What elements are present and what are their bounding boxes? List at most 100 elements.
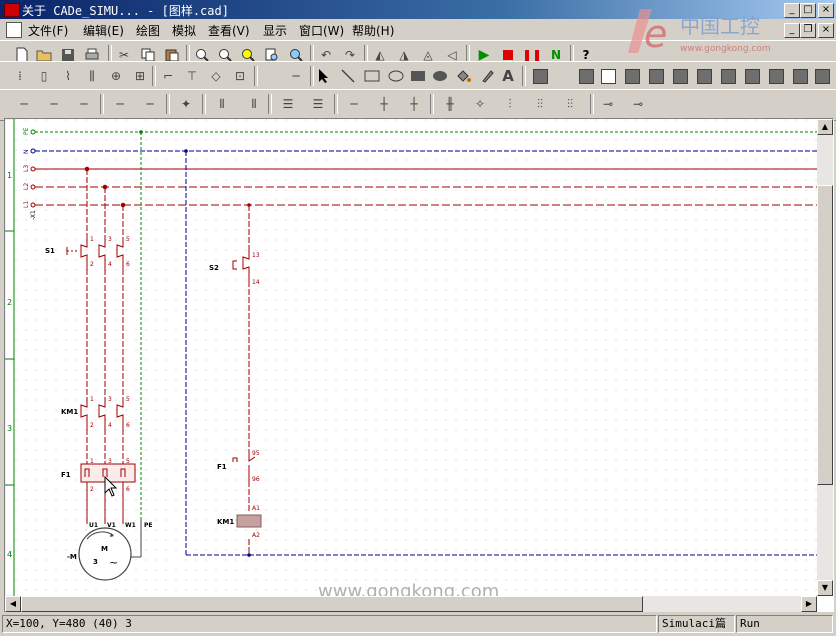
menu-display[interactable]: 显示 xyxy=(263,22,287,39)
menu-simulate[interactable]: 模拟 xyxy=(172,22,196,39)
motor-protection-icon[interactable]: ⊕ xyxy=(106,66,126,86)
terminal-strip-2-icon[interactable]: ⫶⫶ xyxy=(530,94,550,114)
menu-view[interactable]: 查看(V) xyxy=(208,22,250,39)
connector-3-icon[interactable]: ┼ xyxy=(404,94,424,114)
km1-pin-5: 5 xyxy=(126,396,130,403)
wire-h1-icon[interactable]: ─ xyxy=(14,94,34,114)
menu-file[interactable]: 文件(F) xyxy=(28,22,68,39)
switch-icon[interactable]: ⌇ xyxy=(58,66,78,86)
menu-help[interactable]: 帮助(H) xyxy=(352,22,394,39)
bus-label-l3: L3 xyxy=(23,165,30,172)
style-swatch-9-icon[interactable] xyxy=(766,66,786,86)
style-swatch-3-icon[interactable] xyxy=(622,66,642,86)
document-icon[interactable] xyxy=(6,22,22,38)
s1-label: S1 xyxy=(45,247,55,255)
style-swatch-8-icon[interactable] xyxy=(742,66,762,86)
app-icon[interactable] xyxy=(4,3,20,17)
connector-icon[interactable]: ─ xyxy=(344,94,364,114)
bus-label-l1: L1 xyxy=(23,201,30,208)
fill-bucket-icon[interactable] xyxy=(454,66,474,86)
terminal-strip-icon[interactable]: ⫶ xyxy=(500,94,520,114)
horizontal-scrollbar[interactable]: ◀ ▶ xyxy=(5,596,817,612)
style-swatch-4-icon[interactable] xyxy=(646,66,666,86)
wire-h2-icon[interactable]: ─ xyxy=(44,94,64,114)
bus-horizontal-icon[interactable]: ☰ xyxy=(278,94,298,114)
wire-h5-icon[interactable]: ─ xyxy=(140,94,160,114)
socket-icon[interactable]: ⊸ xyxy=(628,94,648,114)
three-pole-switch-icon[interactable]: ⫼ xyxy=(82,66,102,86)
style-swatch-7-icon[interactable] xyxy=(718,66,738,86)
window-title: 关于 CADe_SIMU... - [图样.cad] xyxy=(22,4,229,18)
doc-restore-button[interactable]: ❐ xyxy=(800,23,816,38)
status-bar: X=100, Y=480 (40) 3 Simulaci篇 Run xyxy=(0,612,836,636)
vertical-scroll-thumb[interactable] xyxy=(817,185,833,485)
motor-center-text: M xyxy=(101,545,108,553)
scroll-up-button[interactable]: ▲ xyxy=(817,119,833,135)
km1-coil-pin-a1: A1 xyxy=(252,505,260,512)
s1-pin-4: 4 xyxy=(108,261,112,268)
bus-vertical-icon[interactable]: ⦀ xyxy=(212,94,232,114)
menu-edit[interactable]: 编辑(E) xyxy=(83,22,124,39)
wire-h4-icon[interactable]: ─ xyxy=(110,94,130,114)
vertical-scrollbar[interactable]: ▲ ▼ xyxy=(817,119,833,596)
bus-vertical-2-icon[interactable]: ⦀ xyxy=(244,94,264,114)
style-swatch-11-icon[interactable] xyxy=(812,66,832,86)
line-tool-icon[interactable] xyxy=(338,66,358,86)
contact-icon[interactable]: ⌐ xyxy=(158,66,178,86)
wire-tool-icon[interactable]: ─ xyxy=(286,66,306,86)
motor-terminal-pe: PE xyxy=(144,522,153,529)
terminal-strip-3-icon[interactable]: ⫶⫶ xyxy=(560,94,580,114)
connector-2-icon[interactable]: ┼ xyxy=(374,94,394,114)
transformer-icon[interactable]: ⊞ xyxy=(130,66,150,86)
status-state: Run xyxy=(736,615,833,633)
ellipse-tool-icon[interactable] xyxy=(386,66,406,86)
schematic-drawing[interactable]: 1 2 3 4 PE N L3 L2 L1 -X1 S1 1 3 5 2 4 6… xyxy=(5,119,817,596)
km1-pin-1: 1 xyxy=(90,396,94,403)
style-swatch-1-icon[interactable] xyxy=(576,66,596,86)
horizontal-scroll-thumb[interactable] xyxy=(21,596,643,612)
pushbutton-icon[interactable]: ⊤ xyxy=(182,66,202,86)
s1-pin-2: 2 xyxy=(90,261,94,268)
close-button[interactable]: × xyxy=(818,3,834,18)
doc-close-button[interactable]: × xyxy=(818,23,834,38)
select-arrow-icon[interactable] xyxy=(314,66,334,86)
filled-rectangle-icon[interactable] xyxy=(408,66,428,86)
rectangle-tool-icon[interactable] xyxy=(362,66,382,86)
svg-text:e: e xyxy=(644,12,667,56)
fuse-icon[interactable]: ▯ xyxy=(34,66,54,86)
filled-ellipse-icon[interactable] xyxy=(430,66,450,86)
row-number-1: 1 xyxy=(7,171,12,180)
status-coordinates: X=100, Y=480 (40) 3 xyxy=(2,615,657,633)
plug-icon[interactable]: ⊸ xyxy=(598,94,618,114)
bus-horizontal-2-icon[interactable]: ☰ xyxy=(308,94,328,114)
pin-icon[interactable]: ⁞ xyxy=(10,66,30,86)
f1-pin-5: 5 xyxy=(126,458,130,465)
junction-icon[interactable]: ✦ xyxy=(176,94,196,114)
style-swatch-5-icon[interactable] xyxy=(670,66,690,86)
s2-pin-14: 14 xyxy=(252,279,260,286)
scroll-down-button[interactable]: ▼ xyxy=(817,580,833,596)
style-swatch-6-icon[interactable] xyxy=(694,66,714,86)
scroll-right-button[interactable]: ▶ xyxy=(801,596,817,612)
terminal-icon[interactable]: ╫ xyxy=(440,94,460,114)
doc-minimize-button[interactable]: _ xyxy=(784,23,800,38)
maximize-button[interactable]: □ xyxy=(800,3,816,18)
motor-label: -M xyxy=(67,553,77,561)
minimize-button[interactable]: _ xyxy=(784,3,800,18)
bus-label-pe: PE xyxy=(23,127,30,135)
wiring-toolbar: ─ ─ ─ ─ ─ ✦ ⦀ ⦀ ☰ ☰ ─ ┼ ┼ ╫ ✧ ⫶ ⫶⫶ ⫶⫶ ⊸ … xyxy=(0,89,836,121)
coil-icon[interactable]: ⊡ xyxy=(230,66,250,86)
menu-window[interactable]: 窗口(W) xyxy=(299,22,344,39)
style-swatch-10-icon[interactable] xyxy=(790,66,810,86)
drawing-canvas[interactable]: 1 2 3 4 PE N L3 L2 L1 -X1 S1 1 3 5 2 4 6… xyxy=(4,118,834,613)
terminal-2-icon[interactable]: ✧ xyxy=(470,94,490,114)
km1-coil[interactable] xyxy=(236,514,262,528)
fill-color-swatch-icon[interactable] xyxy=(530,66,550,86)
pencil-icon[interactable] xyxy=(478,66,498,86)
wire-h3-icon[interactable]: ─ xyxy=(74,94,94,114)
scroll-left-button[interactable]: ◀ xyxy=(5,596,21,612)
text-tool-icon[interactable]: A xyxy=(498,66,518,86)
style-swatch-2-icon[interactable] xyxy=(598,66,618,86)
menu-draw[interactable]: 绘图 xyxy=(136,22,160,39)
diode-icon[interactable]: ◇ xyxy=(206,66,226,86)
